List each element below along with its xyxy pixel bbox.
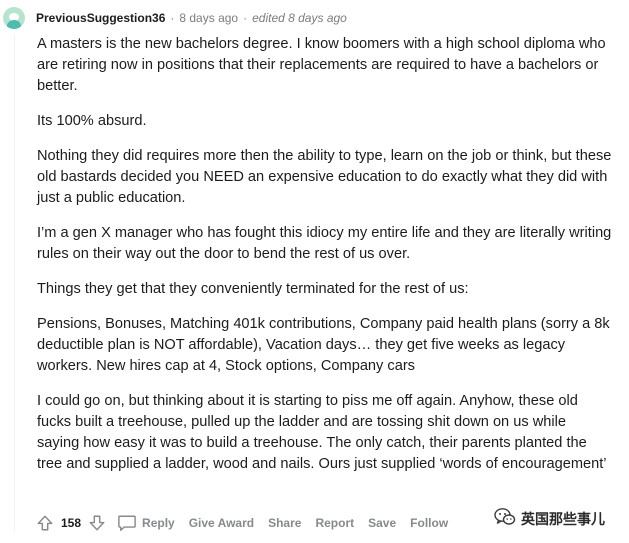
comment-paragraph: Things they get that they conveniently t… [37,281,469,297]
wechat-icon [494,507,516,532]
timestamp[interactable]: 8 days ago [179,11,238,25]
comment-paragraph: A masters is the new bachelors degree. I… [37,36,606,94]
share-button[interactable]: Share [268,516,301,530]
comment-paragraph: Pensions, Bonuses, Matching 401k contrib… [37,316,610,374]
comment-body: A masters is the new bachelors degree. I… [37,34,612,489]
upvote-icon[interactable] [34,512,56,534]
comment-paragraph: I could go on, but thinking about it is … [37,393,607,472]
comment-actions: 158 Reply Give Award Share Report Save F… [34,511,462,535]
report-button[interactable]: Report [315,516,354,530]
give-award-button[interactable]: Give Award [189,516,254,530]
comment-paragraph: Its 100% absurd. [37,113,147,129]
comment-bubble-icon [116,512,138,534]
watermark-text: 英国那些事儿 [521,512,605,528]
downvote-icon[interactable] [86,512,108,534]
separator-dot: · [243,11,248,25]
save-button[interactable]: Save [368,516,396,530]
edited-label: edited 8 days ago [252,11,347,25]
separator-dot: · [170,11,175,25]
reply-label: Reply [142,516,175,530]
thread-line[interactable] [14,36,15,531]
comment-paragraph: I’m a gen X manager who has fought this … [37,225,612,262]
comment-header: PreviousSuggestion36 · 8 days ago · edit… [0,6,347,30]
reply-button[interactable]: Reply [116,512,175,534]
watermark: 英国那些事儿 [494,507,605,531]
username[interactable]: PreviousSuggestion36 [36,11,165,25]
follow-button[interactable]: Follow [410,516,448,530]
avatar-body [7,20,21,29]
vote-count: 158 [61,516,82,530]
comment-paragraph: Nothing they did requires more then the … [37,148,612,206]
avatar[interactable] [3,7,25,29]
